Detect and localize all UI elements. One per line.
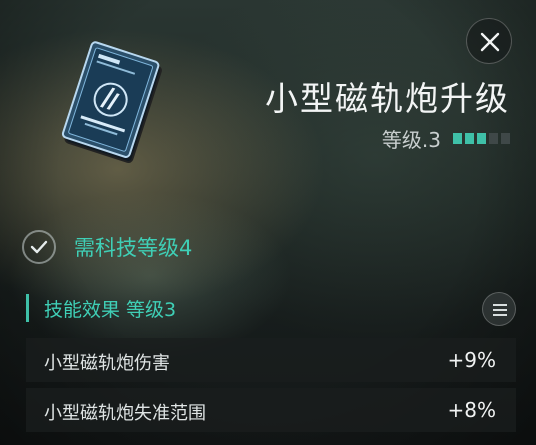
module-card-icon <box>61 41 162 163</box>
stat-row: 小型磁轨炮伤害 +9% <box>26 338 516 382</box>
level-indicator: 等级.3 <box>382 124 510 153</box>
stat-row: 小型磁轨炮失准范围 +8% <box>26 388 516 432</box>
stat-label: 小型磁轨炮失准范围 <box>44 403 206 424</box>
stat-value: +9% <box>447 348 497 372</box>
close-icon <box>480 32 500 52</box>
level-bar-segment <box>477 133 486 144</box>
requirement-row: 需科技等级4 <box>22 230 192 264</box>
module-title: 小型磁轨炮升级 <box>265 79 510 118</box>
stat-value: +8% <box>447 398 497 422</box>
level-bar-segment <box>465 133 474 144</box>
close-button[interactable] <box>466 18 512 64</box>
menu-icon <box>493 304 507 316</box>
requirement-check-badge <box>22 230 56 264</box>
section-accent-line <box>26 294 29 322</box>
level-bar-segment <box>489 133 498 144</box>
skill-effect-header: 技能效果 等级3 <box>26 292 516 326</box>
stats-list: 小型磁轨炮伤害 +9% 小型磁轨炮失准范围 +8% <box>26 338 516 438</box>
level-bar-segment <box>453 133 462 144</box>
level-label: 等级.3 <box>381 128 441 152</box>
requirement-text: 需科技等级4 <box>74 236 193 260</box>
level-progress-bars <box>453 133 510 144</box>
check-icon <box>30 240 48 254</box>
details-menu-button[interactable] <box>482 292 516 326</box>
stat-label: 小型磁轨炮伤害 <box>44 353 170 374</box>
level-bar-segment <box>501 133 510 144</box>
section-title: 技能效果 等级3 <box>44 299 177 321</box>
